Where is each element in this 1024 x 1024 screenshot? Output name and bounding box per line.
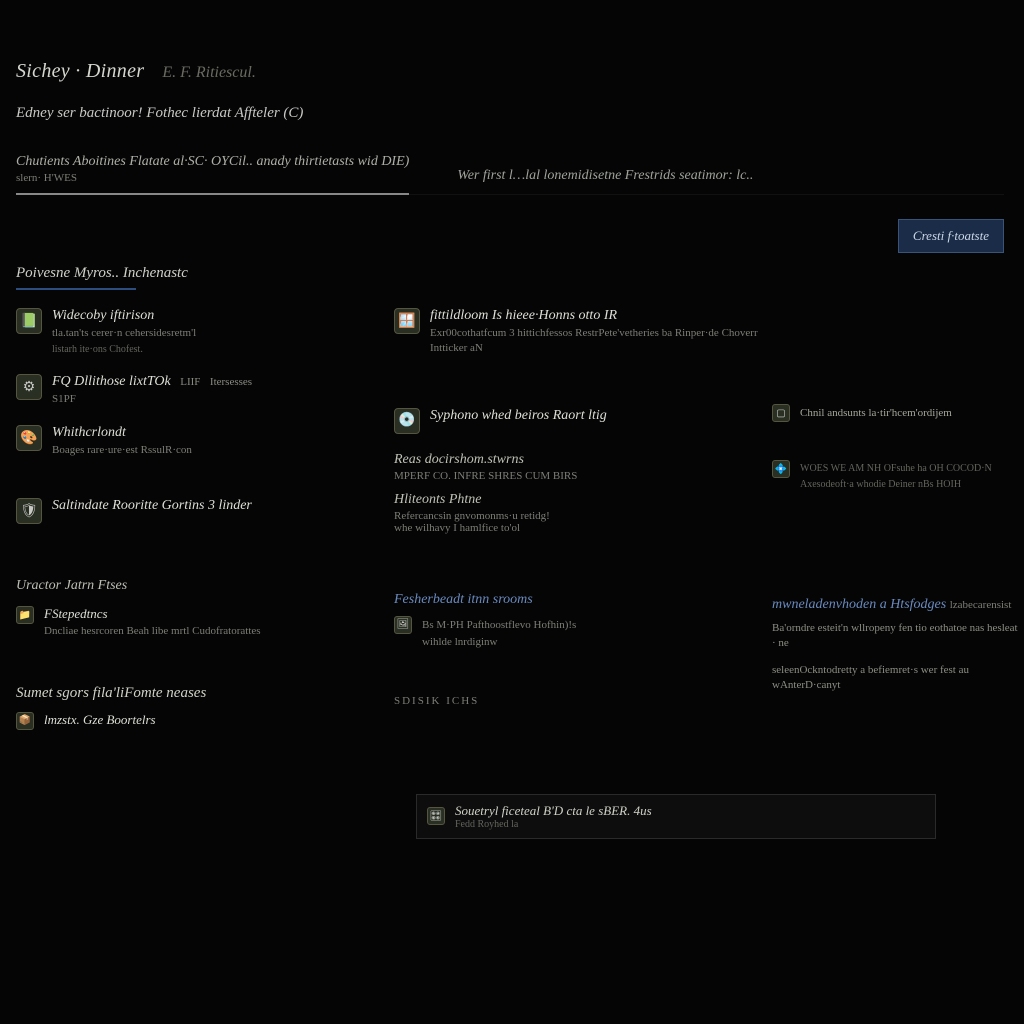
- list-item[interactable]: 📦 lmzstx. Gze Boortelrs: [16, 712, 386, 730]
- chip-icon: 💠: [772, 460, 790, 478]
- app-version: E. F. Ritiescul.: [162, 64, 255, 82]
- item-sub: wihlde lnrdiginw: [422, 635, 576, 650]
- subsection-heading: Sumet sgors fila'liFomte neases: [16, 685, 386, 702]
- item-title: Widecoby iftirison: [52, 308, 196, 324]
- tab-secondary[interactable]: Wer first l…lal lonemidisetne Frestrids …: [457, 168, 753, 194]
- cube-icon: 🎛: [427, 807, 445, 825]
- list-item[interactable]: 🪟 fittildloom Is hieee·Honns otto IR Exr…: [394, 308, 764, 356]
- item-sub: S1PF: [52, 392, 252, 407]
- link-row: mwneladenvhoden a Htsfodges lzabecarensi…: [772, 597, 1022, 613]
- item-title: Whithcrlondt: [52, 425, 192, 441]
- image-icon: 🖼: [394, 616, 412, 634]
- item-title: Syphono whed beiros Raort ltig: [430, 408, 607, 424]
- square-icon: ▢: [772, 404, 790, 422]
- sub-heading-caption: MPERF CO. INFRE SHRES CUM BIRS: [394, 470, 764, 482]
- item-title: Chnil andsunts la·tir'hcem'ordijem: [800, 406, 952, 421]
- column-1: 📗 Widecoby iftirison tla.tan'ts cerer·n …: [16, 308, 386, 748]
- description: seleenOckntodretty a befiemret·s wer fes…: [772, 663, 1022, 693]
- list-item[interactable]: 🎨 Whithcrlondt Boages rare·ure·est Rssul…: [16, 425, 386, 458]
- list-item[interactable]: 📗 Widecoby iftirison tla.tan'ts cerer·n …: [16, 308, 386, 356]
- tab-primary-line1: Chutients Aboitines Flatate al·SC· OYCil…: [16, 154, 409, 170]
- item-sub: Dncliae hesrcoren Beah libe mrtl Cudofra…: [44, 624, 261, 639]
- book-icon: 📗: [16, 308, 42, 334]
- item-sub: Exr00cothatfcum 3 hittichfessos RestrPet…: [430, 326, 764, 356]
- section-underline: [16, 288, 136, 290]
- content-grid: 📗 Widecoby iftirison tla.tan'ts cerer·n …: [16, 308, 1004, 748]
- list-item[interactable]: 💠 WOES WE AM NH OFsuhe ha OH COCOD·N Axe…: [772, 460, 1022, 491]
- list-item[interactable]: 🛡 Saltindate Rooritte Gortins 3 linder: [16, 498, 386, 524]
- box-icon: 📦: [16, 712, 34, 730]
- header: Sichey · Dinner E. F. Ritiescul.: [16, 60, 1004, 83]
- gear-icon: ⚙: [16, 374, 42, 400]
- tab-primary-line2: slern· H'WES: [16, 172, 409, 184]
- list-item[interactable]: ⚙ FQ Dllithose lixtTOk LIIF Itersesses S…: [16, 374, 386, 407]
- palette-icon: 🎨: [16, 425, 42, 451]
- column-3: ▢ Chnil andsunts la·tir'hcem'ordijem 💠 W…: [772, 308, 1022, 748]
- item-title: FStepedtncs: [44, 606, 261, 622]
- footer-card-title: Souetryl ficeteal B'D cta le sBER. 4us: [455, 803, 652, 819]
- disc-icon: 💿: [394, 408, 420, 434]
- sub-heading: Reas docirshom.stwrns: [394, 452, 764, 468]
- tab-primary[interactable]: Chutients Aboitines Flatate al·SC· OYCil…: [16, 154, 409, 194]
- sub-heading: SDISIK ICHS: [394, 695, 764, 707]
- item-title: Saltindate Rooritte Gortins 3 linder: [52, 498, 252, 514]
- column-2: 🪟 fittildloom Is hieee·Honns otto IR Exr…: [394, 308, 764, 748]
- list-item[interactable]: ▢ Chnil andsunts la·tir'hcem'ordijem: [772, 404, 1022, 422]
- item-title: fittildloom Is hieee·Honns otto IR: [430, 308, 764, 324]
- footer-card-sub: Fedd Royhed la: [455, 819, 652, 830]
- sub-heading-caption: Refercancsin gnvomonms·u retidg!: [394, 510, 764, 522]
- list-item[interactable]: 🖼 Bs M·PH Pafthoostflevo Hofhin)!s wihld…: [394, 616, 764, 650]
- item-sub: tla.tan'ts cerer·n cehersidesretm'l: [52, 326, 196, 341]
- link[interactable]: mwneladenvhoden a Htsfodges: [772, 597, 946, 612]
- item-sub: Axesodeoft·a whodie Deiner nBs HOIH: [800, 478, 992, 492]
- section-title: Poivesne Myros.. Inchenastc: [16, 265, 1004, 282]
- section-header: Poivesne Myros.. Inchenastc: [16, 265, 1004, 290]
- footer-card[interactable]: 🎛 Souetryl ficeteal B'D cta le sBER. 4us…: [416, 794, 936, 839]
- sub-heading-caption: whe wilhavy I hamlfice to'ol: [394, 522, 764, 534]
- create-button[interactable]: Cresti f·toatste: [898, 219, 1004, 253]
- list-item[interactable]: 📁 FStepedtncs Dncliae hesrcoren Beah lib…: [16, 606, 386, 639]
- folder-icon: 📁: [16, 606, 34, 624]
- subsection-heading: Uractor Jatrn Ftses: [16, 578, 386, 594]
- item-sub: listarh ite·ons Chofest.: [52, 343, 196, 357]
- item-sub: Bs M·PH Pafthoostflevo Hofhin)!s: [422, 618, 576, 633]
- list-item[interactable]: 💿 Syphono whed beiros Raort ltig: [394, 408, 764, 434]
- window-icon: 🪟: [394, 308, 420, 334]
- shield-icon: 🛡: [16, 498, 42, 524]
- badge: LIIF: [180, 376, 200, 388]
- description: Ba'orndre esteit'n wllropeny fen tio eot…: [772, 621, 1022, 651]
- item-sub: Boages rare·ure·est RssulR·con: [52, 443, 192, 458]
- tag: Itersesses: [210, 376, 252, 388]
- link[interactable]: Fesherbeadt itnn srooms: [394, 592, 764, 608]
- subtitle: Edney ser bactinoor! Fothec lierdat Afft…: [16, 105, 1004, 122]
- item-sub: WOES WE AM NH OFsuhe ha OH COCOD·N: [800, 462, 992, 476]
- item-title: FQ Dllithose lixtTOk: [52, 374, 171, 389]
- tabs: Chutients Aboitines Flatate al·SC· OYCil…: [16, 154, 1004, 195]
- sub-heading: Hliteonts Phtne: [394, 492, 764, 508]
- link-tail: lzabecarensist: [950, 599, 1012, 611]
- item-title: lmzstx. Gze Boortelrs: [44, 712, 156, 728]
- app-title: Sichey · Dinner: [16, 60, 144, 83]
